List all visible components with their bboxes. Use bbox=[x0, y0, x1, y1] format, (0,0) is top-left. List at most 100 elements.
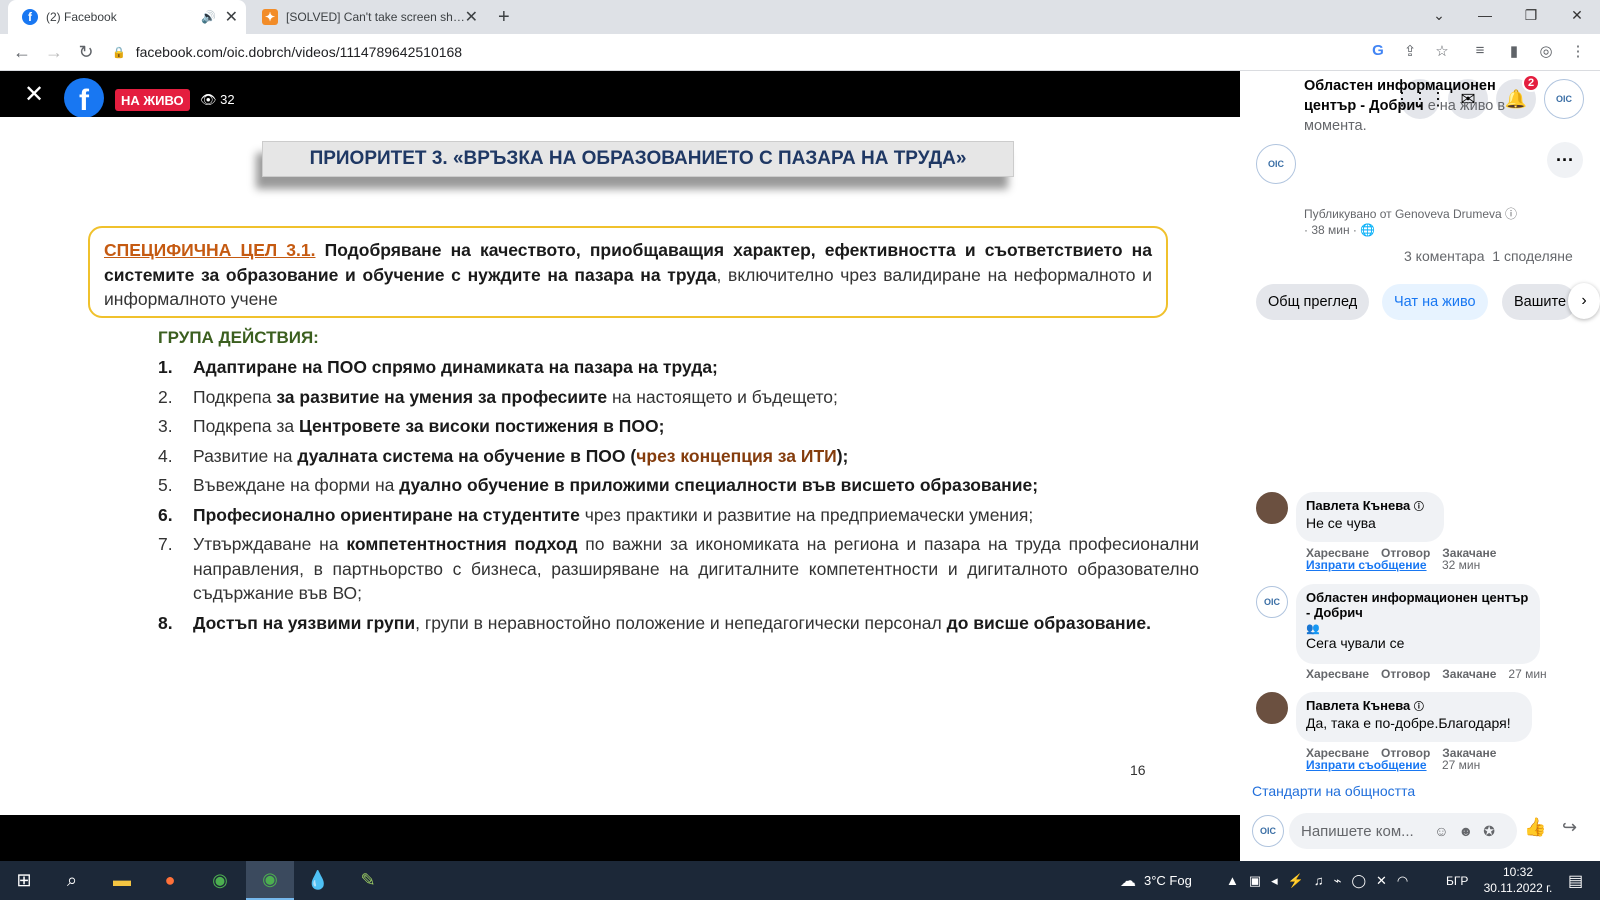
speaker-icon[interactable]: 🔊 bbox=[201, 10, 216, 24]
comment-author-name[interactable]: Павлета Кънева bbox=[1306, 498, 1410, 513]
tab-title: [SOLVED] Can't take screen shot... bbox=[286, 10, 466, 24]
chrome-icon[interactable]: ◉ bbox=[196, 861, 244, 900]
comment-time-value[interactable]: 32 мин bbox=[1442, 558, 1480, 572]
composer-avatar[interactable]: OIC bbox=[1252, 815, 1284, 847]
commenter-avatar[interactable]: OIC bbox=[1256, 586, 1288, 618]
commenter-avatar[interactable] bbox=[1256, 492, 1288, 524]
tab-solved[interactable]: ✦ [SOLVED] Can't take screen shot... ✕ bbox=[250, 0, 486, 34]
tray-icons[interactable]: ▲▣◂⚡♫⌁◯✕◠ bbox=[1226, 861, 1418, 900]
list-item: 4. Развитие на дуалната система на обучен… bbox=[158, 444, 1199, 469]
reply-link[interactable]: Отговор bbox=[1381, 667, 1430, 681]
profile-icon[interactable]: ◎ bbox=[1536, 42, 1556, 60]
start-icon[interactable]: ⊞ bbox=[0, 861, 48, 900]
list-item: 8. Достъп на уязвими групи, групи в нерав… bbox=[158, 611, 1199, 636]
facebook-logo-icon[interactable]: f bbox=[64, 78, 104, 118]
item-highlight: чрез концепция за ИТИ bbox=[636, 445, 837, 466]
comment-time-value[interactable]: 27 мин bbox=[1508, 667, 1546, 681]
pin-link[interactable]: Закачане bbox=[1442, 667, 1496, 681]
item-bold: дуално обучение в приложими специалности… bbox=[399, 475, 1039, 495]
minimize-icon[interactable]: — bbox=[1462, 0, 1508, 30]
item-number: 6. bbox=[158, 504, 173, 525]
community-standards-link[interactable]: Стандарти на общността bbox=[1252, 783, 1415, 799]
item-text: чрез практики и развитие на предприемаче… bbox=[579, 504, 1034, 525]
orange-favicon-icon: ✦ bbox=[262, 9, 278, 25]
forward-icon[interactable]: → bbox=[42, 40, 66, 64]
comments-count[interactable]: 3 коментара bbox=[1404, 248, 1485, 264]
drop-app-icon[interactable]: 💧 bbox=[294, 861, 342, 900]
more-options-icon[interactable]: ··· bbox=[1547, 142, 1583, 178]
commenter-avatar[interactable] bbox=[1256, 692, 1288, 724]
search-icon[interactable]: ⌕ bbox=[48, 861, 96, 900]
clock[interactable]: 10:32 30.11.2022 г. bbox=[1478, 864, 1558, 896]
tab-search-icon[interactable]: ⌄ bbox=[1416, 0, 1462, 30]
people-icon: 👥 bbox=[1306, 623, 1320, 635]
posted-by-text[interactable]: Публикувано от Genoveva Drumeva bbox=[1304, 207, 1502, 221]
list-item: 1. Адаптиране на ПОО спрямо динамиката на… bbox=[158, 355, 1199, 380]
send-message-link[interactable]: Изпрати съобщение bbox=[1306, 758, 1427, 772]
item-text: Подкрепа за bbox=[193, 416, 299, 436]
item-text: Подкрепа bbox=[193, 386, 277, 407]
windows-taskbar: ⊞ ⌕ ▬ ● ◉ ◉ 💧 ✎ ☁ 3°C Fog ▲▣◂⚡♫⌁◯✕◠ БГР 1… bbox=[0, 861, 1600, 900]
share-icon[interactable]: ⇪ bbox=[1400, 42, 1420, 60]
close-tab-icon[interactable]: ✕ bbox=[465, 7, 478, 27]
cloud-icon: ☁ bbox=[1120, 872, 1136, 890]
emoji-icons[interactable]: ☺☻✪ bbox=[1434, 823, 1505, 840]
facebook-favicon-icon: f bbox=[22, 9, 38, 25]
list-item: 2. Подкрепа за развитие на умения за проф… bbox=[158, 385, 1199, 410]
menu-dots-icon[interactable]: ⋮ bbox=[1568, 42, 1588, 60]
like-thumb-icon[interactable]: 👍 bbox=[1524, 817, 1546, 838]
google-icon[interactable]: G bbox=[1368, 42, 1388, 59]
file-explorer-icon[interactable]: ▬ bbox=[98, 861, 146, 900]
item-text: на настоящето и бъдещето; bbox=[607, 386, 838, 407]
comment-author-name[interactable]: Павлета Кънева bbox=[1306, 698, 1410, 713]
item-number: 1. bbox=[158, 357, 173, 377]
comment-text: Да, така е по-добре.Благодаря! bbox=[1306, 715, 1511, 731]
right-panel bbox=[1240, 71, 1600, 861]
tab-yours[interactable]: Вашите bbox=[1502, 284, 1576, 320]
firefox-icon[interactable]: ● bbox=[146, 861, 194, 900]
posted-time[interactable]: · 38 мин · bbox=[1304, 223, 1357, 237]
clock-time: 10:32 bbox=[1502, 865, 1534, 879]
item-text: Развитие на bbox=[193, 445, 298, 466]
reload-icon[interactable]: ↻ bbox=[74, 40, 98, 64]
comment-input[interactable]: Напишете ком... ☺☻✪ bbox=[1289, 813, 1517, 849]
video-player[interactable]: ✕ f НА ЖИВО 👁 32 ПРИОРИТЕТ 3. «ВРЪЗКА НА… bbox=[0, 71, 1240, 861]
chevron-right-icon[interactable]: › bbox=[1568, 283, 1600, 319]
specific-goal-box: СПЕЦИФИЧНА ЦЕЛ 3.1. Подобряване на качес… bbox=[88, 226, 1168, 318]
weather-text: 3°C Fog bbox=[1144, 873, 1192, 888]
info-icon: ⓘ bbox=[1413, 502, 1424, 513]
close-video-icon[interactable]: ✕ bbox=[24, 83, 44, 107]
slide-title: ПРИОРИТЕТ 3. «ВРЪЗКА НА ОБРАЗОВАНИЕТО С … bbox=[262, 141, 1014, 177]
shares-count[interactable]: 1 споделяне bbox=[1492, 248, 1573, 264]
comment-time: 27 мин bbox=[1442, 758, 1492, 772]
comment-author[interactable]: Павлета Кънева ⓘ bbox=[1306, 698, 1522, 713]
tab-facebook[interactable]: f (2) Facebook 🔊 ✕ bbox=[8, 0, 246, 34]
tab-title: (2) Facebook bbox=[46, 10, 117, 24]
bookmark-star-icon[interactable]: ☆ bbox=[1432, 42, 1452, 60]
user-avatar[interactable]: OIC bbox=[1544, 79, 1584, 119]
notification-center-icon[interactable]: ▤ bbox=[1568, 861, 1583, 900]
tab-live-chat[interactable]: Чат на живо bbox=[1382, 284, 1488, 320]
weather-widget[interactable]: ☁ 3°C Fog bbox=[1120, 861, 1192, 900]
close-tab-icon[interactable]: ✕ bbox=[225, 7, 238, 27]
chrome-active-icon[interactable]: ◉ bbox=[246, 861, 294, 900]
page-name: Областен информационен център - Добрич е… bbox=[1304, 76, 1536, 136]
close-window-icon[interactable]: ✕ bbox=[1554, 0, 1600, 30]
comment-author[interactable]: Областен информационен център - Добрич bbox=[1306, 590, 1530, 620]
tab-overview[interactable]: Общ преглед bbox=[1256, 284, 1370, 320]
comment-time-value[interactable]: 27 мин bbox=[1442, 758, 1480, 772]
restore-icon[interactable]: ❐ bbox=[1508, 0, 1554, 30]
back-icon[interactable]: ← bbox=[10, 40, 34, 64]
like-link[interactable]: Харесване bbox=[1306, 667, 1369, 681]
side-panel-icon[interactable]: ▮ bbox=[1504, 42, 1524, 60]
paint-app-icon[interactable]: ✎ bbox=[344, 861, 392, 900]
share-arrow-icon[interactable]: ↪ bbox=[1562, 817, 1577, 838]
address-bar[interactable]: 🔒 facebook.com/oic.dobrch/videos/1114789… bbox=[112, 38, 1342, 66]
reading-list-icon[interactable]: ≡ bbox=[1470, 42, 1490, 59]
language-indicator[interactable]: БГР bbox=[1446, 861, 1468, 900]
send-message-link[interactable]: Изпрати съобщение bbox=[1306, 558, 1427, 572]
new-tab-icon[interactable]: + bbox=[498, 6, 510, 29]
actions-list: 1. Адаптиране на ПОО спрямо динамиката на… bbox=[158, 355, 1199, 640]
comment-author[interactable]: Павлета Кънева ⓘ bbox=[1306, 498, 1434, 513]
page-avatar[interactable]: OIC bbox=[1256, 144, 1296, 184]
